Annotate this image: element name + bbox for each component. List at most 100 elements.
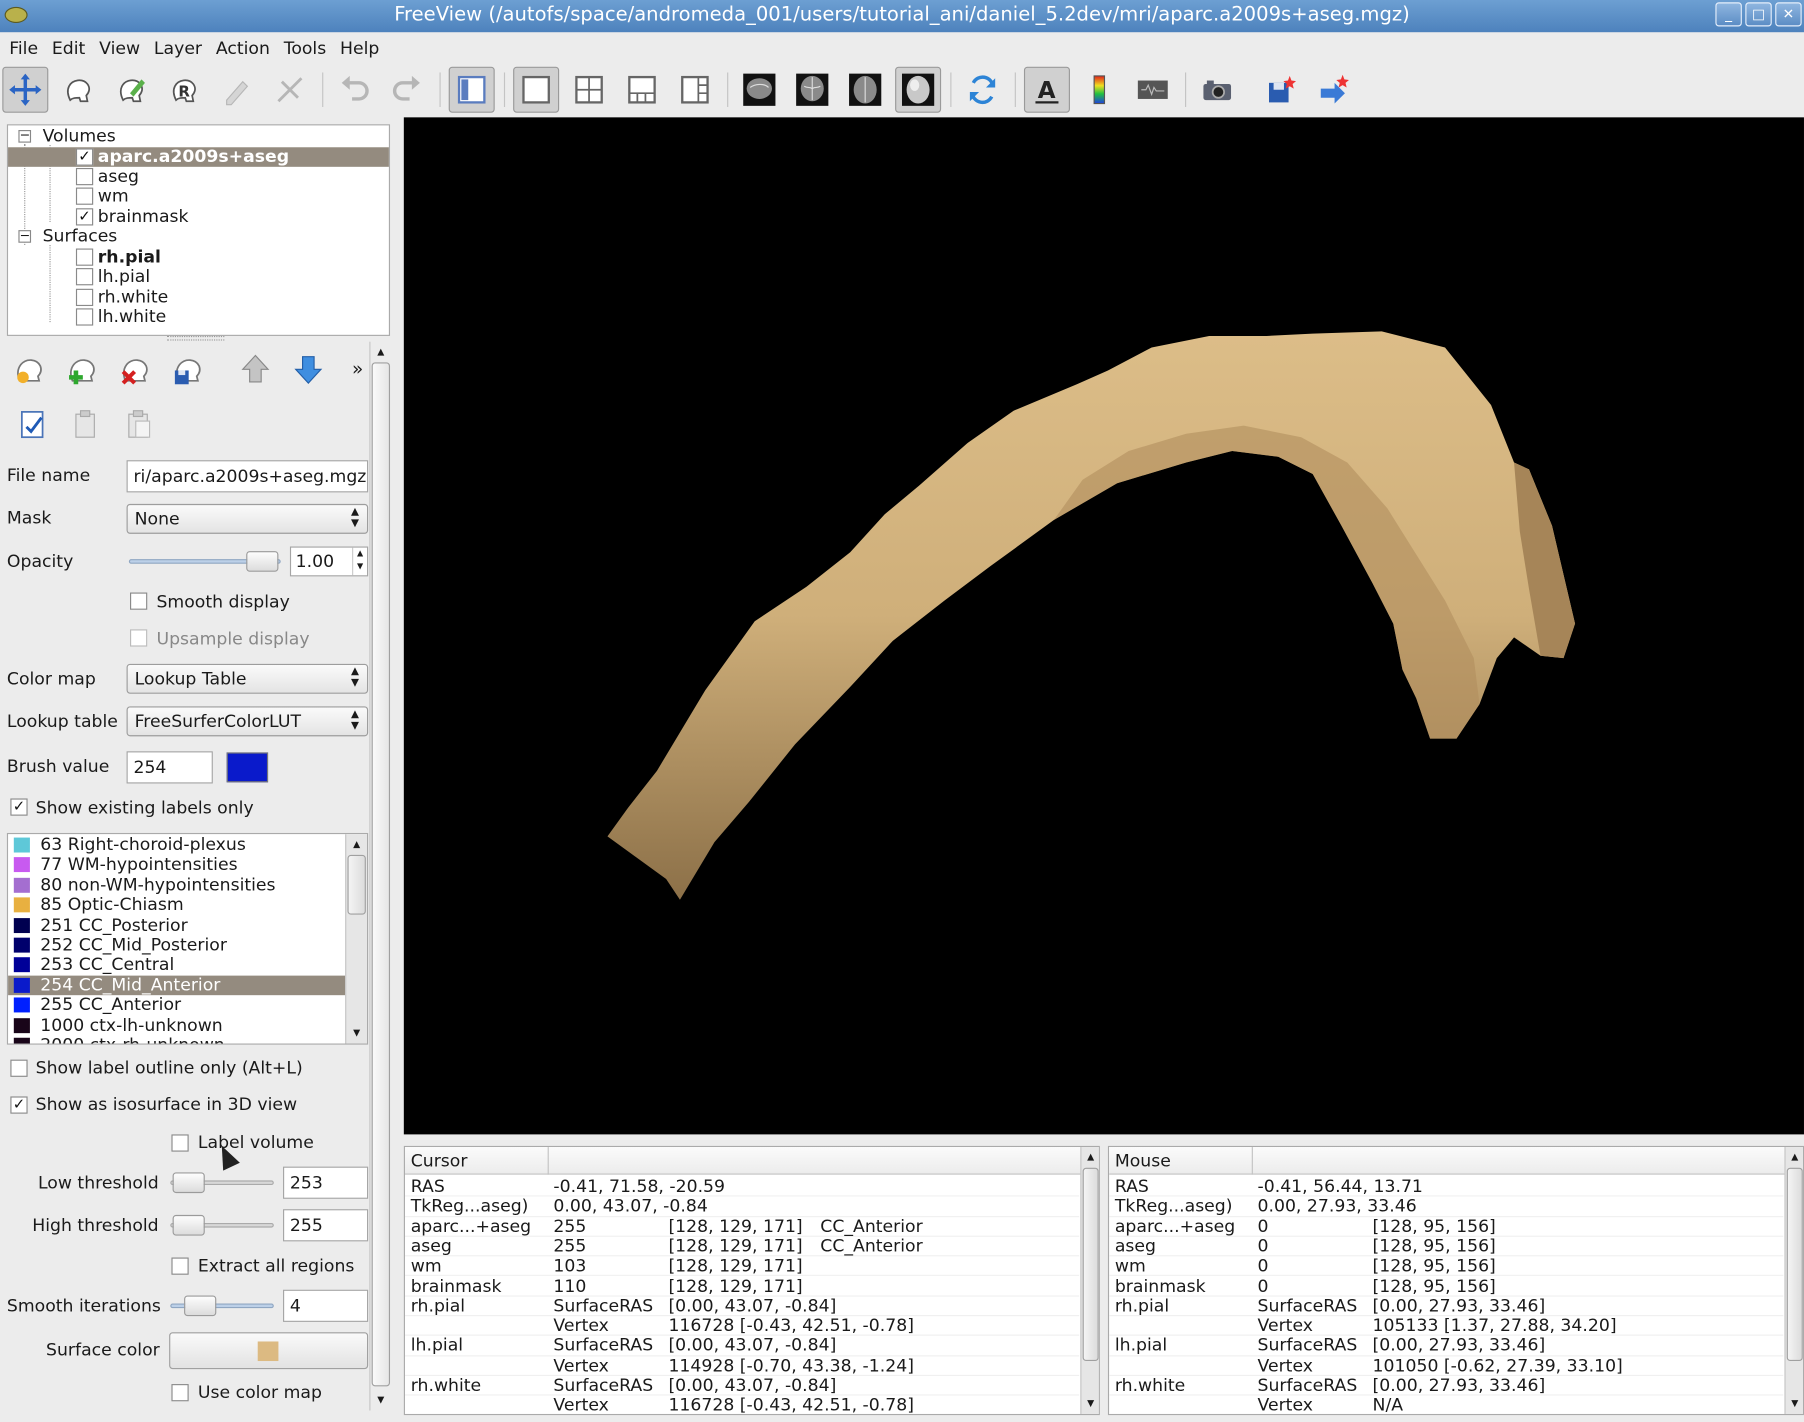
collapse-icon[interactable]: −	[18, 229, 32, 243]
load-volume-icon[interactable]	[10, 350, 49, 389]
layer-item[interactable]: brainmask	[8, 207, 389, 227]
layer-visibility-checkbox[interactable]	[75, 148, 94, 166]
point-set-edit-icon[interactable]	[214, 67, 260, 113]
brush-value-field[interactable]: 254	[126, 751, 213, 784]
opacity-spinbox[interactable]: 1.00 ▲ ▼	[289, 546, 369, 577]
label-list-item[interactable]: 85 Optic-Chiasm	[8, 895, 345, 915]
scroll-up-arrow-icon[interactable]: ▲	[370, 344, 391, 360]
layer-item[interactable]: lh.pial	[8, 266, 389, 287]
collapse-icon[interactable]: −	[18, 129, 32, 143]
scroll-down-arrow-icon[interactable]: ▼	[370, 1392, 391, 1408]
layer-item[interactable]: lh.white	[8, 307, 389, 327]
surface-color-button[interactable]	[169, 1332, 369, 1370]
label-list[interactable]: 63 Right-choroid-plexus 77 WM-hypointensi…	[6, 832, 369, 1045]
low-threshold-slider[interactable]	[170, 1171, 274, 1194]
layout-2x2-icon[interactable]	[566, 67, 612, 113]
slider-handle[interactable]	[184, 1295, 217, 1317]
opacity-slider[interactable]	[128, 550, 281, 573]
menu-file[interactable]: File	[2, 38, 45, 59]
reset-view-icon[interactable]	[960, 67, 1006, 113]
scroll-up-arrow-icon[interactable]: ▲	[1081, 1149, 1098, 1165]
scroll-up-arrow-icon[interactable]: ▲	[346, 836, 367, 852]
new-volume-icon[interactable]	[63, 350, 102, 389]
extract-all-regions-checkbox[interactable]	[171, 1257, 189, 1275]
menu-help[interactable]: Help	[333, 38, 386, 59]
panel-scrollbar[interactable]: ▲ ▼	[369, 341, 392, 1411]
navigate-tool-icon[interactable]	[2, 66, 49, 113]
use-color-map-checkbox[interactable]	[171, 1384, 189, 1402]
command-console-icon[interactable]	[1130, 67, 1176, 113]
layer-visibility-checkbox[interactable]	[75, 248, 94, 266]
copy-icon[interactable]	[67, 405, 106, 444]
label-list-item[interactable]: 252 CC_Mid_Posterior	[8, 935, 345, 955]
scroll-up-arrow-icon[interactable]: ▲	[1786, 1149, 1803, 1165]
screenshot-camera-icon[interactable]	[1194, 67, 1240, 113]
control-panel-toggle-icon[interactable]	[448, 66, 495, 113]
close-volume-icon[interactable]	[116, 350, 155, 389]
cursor-info-scrollbar[interactable]: ▲ ▼	[1080, 1147, 1099, 1414]
label-outline-checkbox[interactable]	[10, 1059, 28, 1077]
show-existing-labels-checkbox[interactable]	[10, 798, 28, 816]
layer-visibility-checkbox[interactable]	[75, 268, 94, 286]
show-all-labels-icon[interactable]	[14, 405, 53, 444]
menu-layer[interactable]: Layer	[147, 38, 209, 59]
slider-handle[interactable]	[172, 1172, 205, 1194]
file-name-field[interactable]: ri/aparc.a2009s+aseg.mgz	[126, 460, 369, 493]
smooth-display-checkbox[interactable]	[130, 592, 148, 610]
layout-1-3-icon[interactable]	[619, 67, 665, 113]
surfaces-group[interactable]: − Surfaces	[8, 226, 389, 247]
3d-view-icon[interactable]	[895, 66, 942, 113]
lookup-table-select[interactable]: FreeSurferColorLUT ▲ ▼	[126, 706, 369, 737]
label-list-item[interactable]: 255 CC_Anterior	[8, 995, 345, 1015]
coronal-view-icon[interactable]	[789, 67, 835, 113]
layer-visibility-checkbox[interactable]	[75, 308, 94, 326]
panel-splitter[interactable]	[166, 335, 225, 341]
low-threshold-field[interactable]: 253	[283, 1166, 369, 1199]
color-map-select[interactable]: Lookup Table ▲ ▼	[126, 663, 369, 694]
layout-1-3-horizontal-icon[interactable]	[672, 67, 718, 113]
high-threshold-slider[interactable]	[170, 1214, 274, 1237]
close-button[interactable]: ✕	[1775, 2, 1802, 27]
undo-icon[interactable]	[331, 67, 377, 113]
upsample-display-checkbox[interactable]	[130, 629, 148, 647]
layer-visibility-checkbox[interactable]	[75, 288, 94, 307]
minimize-button[interactable]: _	[1715, 2, 1742, 27]
scroll-down-arrow-icon[interactable]: ▼	[1786, 1396, 1803, 1412]
opacity-slider-handle[interactable]	[246, 551, 279, 572]
coordinate-annotation-icon[interactable]: A	[1023, 66, 1070, 113]
roi-edit-icon[interactable]: R	[161, 67, 207, 113]
label-list-item[interactable]: 253 CC_Central	[8, 955, 345, 975]
more-tools-chevron[interactable]: »	[352, 358, 363, 380]
layer-visibility-checkbox[interactable]	[75, 208, 94, 226]
label-list-item[interactable]: 63 Right-choroid-plexus	[8, 835, 345, 855]
transform-volume-icon[interactable]	[1312, 67, 1358, 113]
save-point-set-icon[interactable]	[1259, 67, 1305, 113]
smooth-iterations-field[interactable]: 4	[283, 1289, 369, 1322]
layer-visibility-checkbox[interactable]	[75, 187, 94, 205]
mouse-info-scrollbar[interactable]: ▲ ▼	[1784, 1147, 1803, 1414]
label-list-item[interactable]: 2000 ctx-rh-unknown	[8, 1035, 345, 1044]
slider-handle[interactable]	[172, 1214, 205, 1236]
measure-tool-icon[interactable]	[267, 67, 313, 113]
recon-edit-icon[interactable]	[55, 67, 101, 113]
label-list-item[interactable]: 80 non-WM-hypointensities	[8, 875, 345, 895]
move-layer-up-icon[interactable]	[236, 350, 275, 389]
volumes-group[interactable]: − Volumes	[8, 126, 389, 147]
brush-color-swatch[interactable]	[226, 752, 269, 783]
isosurface-checkbox[interactable]	[10, 1096, 28, 1114]
scroll-down-arrow-icon[interactable]: ▼	[346, 1025, 367, 1041]
scrollbar-thumb[interactable]	[1082, 1167, 1099, 1362]
redo-icon[interactable]	[384, 67, 430, 113]
layer-item[interactable]: aparc.a2009s+aseg	[8, 147, 389, 167]
label-list-scrollbar[interactable]: ▲ ▼	[345, 834, 368, 1044]
layer-visibility-checkbox[interactable]	[75, 167, 94, 186]
label-volume-checkbox[interactable]	[171, 1134, 189, 1152]
menu-edit[interactable]: Edit	[45, 38, 92, 59]
layer-item[interactable]: wm	[8, 186, 389, 206]
label-list-item[interactable]: 77 WM-hypointensities	[8, 855, 345, 875]
voxel-edit-icon[interactable]	[108, 67, 154, 113]
3d-render-view[interactable]	[403, 117, 1804, 1135]
high-threshold-field[interactable]: 255	[283, 1209, 369, 1242]
maximize-button[interactable]: □	[1745, 2, 1772, 27]
scrollbar-thumb[interactable]	[371, 362, 391, 1387]
